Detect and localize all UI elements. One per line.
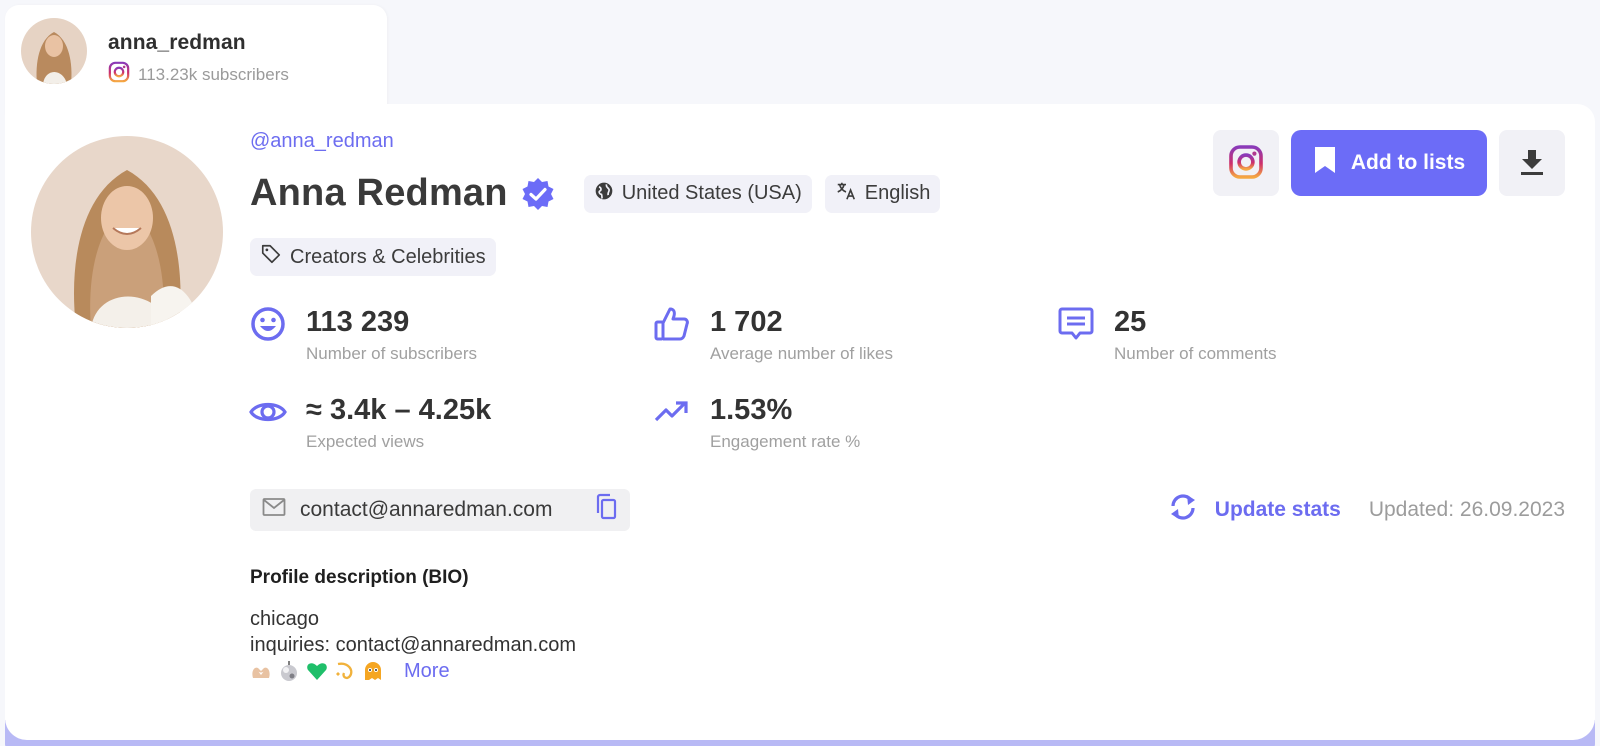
profile-card: @anna_redman Anna Redman United States (… — [5, 104, 1595, 740]
stat-label: Number of subscribers — [306, 344, 478, 363]
smiley-icon — [248, 304, 288, 344]
profile-name: Anna Redman — [250, 172, 508, 214]
verified-badge-icon — [520, 176, 556, 212]
country-chip: United States (USA) — [583, 174, 812, 213]
heart-hands-icon — [250, 660, 272, 682]
profile-handle[interactable]: @anna_redman — [250, 130, 394, 153]
thumbs-up-icon — [652, 304, 692, 344]
stat-value: 1.53% — [710, 394, 793, 426]
eye-icon — [248, 392, 288, 432]
bio-emoji-line: More — [250, 658, 576, 684]
refresh-icon — [1165, 492, 1201, 528]
language-label: English — [864, 182, 931, 204]
add-to-lists-button[interactable]: Add to lists — [1291, 130, 1487, 196]
name-row: Anna Redman United States (USA) English — [250, 172, 941, 215]
mail-icon — [262, 497, 286, 523]
trending-up-icon — [652, 392, 692, 432]
stat-value: ≈ 3.4k – 4.25k — [306, 394, 492, 426]
stat-label: Number of comments — [1114, 344, 1277, 363]
updated-date: Updated: 26.09.2023 — [1368, 498, 1565, 521]
category-label: Creators & Celebrities — [290, 245, 486, 268]
copy-icon — [594, 493, 618, 527]
tab-avatar — [21, 18, 87, 84]
download-icon — [1519, 148, 1545, 179]
dizzy-icon — [334, 660, 356, 682]
stat-label: Expected views — [306, 432, 425, 451]
stat-label: Average number of likes — [710, 344, 894, 363]
disco-ball-icon — [278, 660, 300, 682]
stat-value: 1 702 — [710, 306, 783, 338]
translate-icon — [835, 180, 857, 208]
stat-value: 25 — [1114, 306, 1147, 338]
update-stats-label: Update stats — [1214, 498, 1341, 521]
tag-icon — [260, 243, 282, 271]
stat-likes: 1 702 Average number of likes — [652, 304, 893, 364]
hugging-ghost-icon — [362, 660, 384, 682]
update-stats-button[interactable]: Update stats — [1165, 492, 1341, 528]
stat-engagement: 1.53% Engagement rate % — [652, 392, 860, 452]
email-chip: contact@annaredman.com — [250, 489, 630, 531]
country-label: United States (USA) — [621, 182, 802, 204]
download-button[interactable] — [1499, 130, 1565, 196]
stat-label: Engagement rate % — [710, 432, 861, 451]
stat-comments: 25 Number of comments — [1056, 304, 1277, 364]
category-chip[interactable]: Creators & Celebrities — [250, 238, 496, 276]
open-instagram-button[interactable] — [1213, 130, 1279, 196]
bio-line: inquiries: contact@annaredman.com — [250, 634, 577, 656]
language-chip: English — [824, 174, 941, 213]
update-section: Update stats Updated: 26.09.2023 — [1165, 492, 1565, 528]
bookmark-icon — [1313, 145, 1337, 181]
bio-line: chicago — [250, 608, 319, 630]
email-text[interactable]: contact@annaredman.com — [300, 498, 552, 522]
stat-value: 113 239 — [306, 306, 410, 338]
stat-subscribers: 113 239 Number of subscribers — [248, 304, 477, 364]
instagram-icon — [1228, 144, 1264, 183]
stat-views: ≈ 3.4k – 4.25k Expected views — [248, 392, 491, 452]
profile-avatar — [31, 136, 223, 328]
bio-title: Profile description (BIO) — [250, 567, 469, 588]
profile-tab[interactable]: anna_redman 113.23k subscribers — [5, 5, 387, 115]
comment-icon — [1056, 304, 1096, 344]
globe-icon — [594, 181, 614, 207]
add-to-lists-label: Add to lists — [1350, 151, 1466, 174]
bio-more-link[interactable]: More — [404, 658, 450, 684]
action-buttons: Add to lists — [1213, 130, 1565, 196]
instagram-icon — [108, 61, 130, 88]
green-heart-icon — [306, 660, 328, 682]
bio-text: chicago inquiries: contact@annaredman.co… — [250, 606, 576, 684]
copy-email-button[interactable] — [594, 493, 618, 527]
tab-subscribers: 113.23k subscribers — [108, 61, 289, 88]
tab-username: anna_redman — [108, 31, 246, 54]
tab-subscriber-count: 113.23k subscribers — [138, 64, 289, 84]
